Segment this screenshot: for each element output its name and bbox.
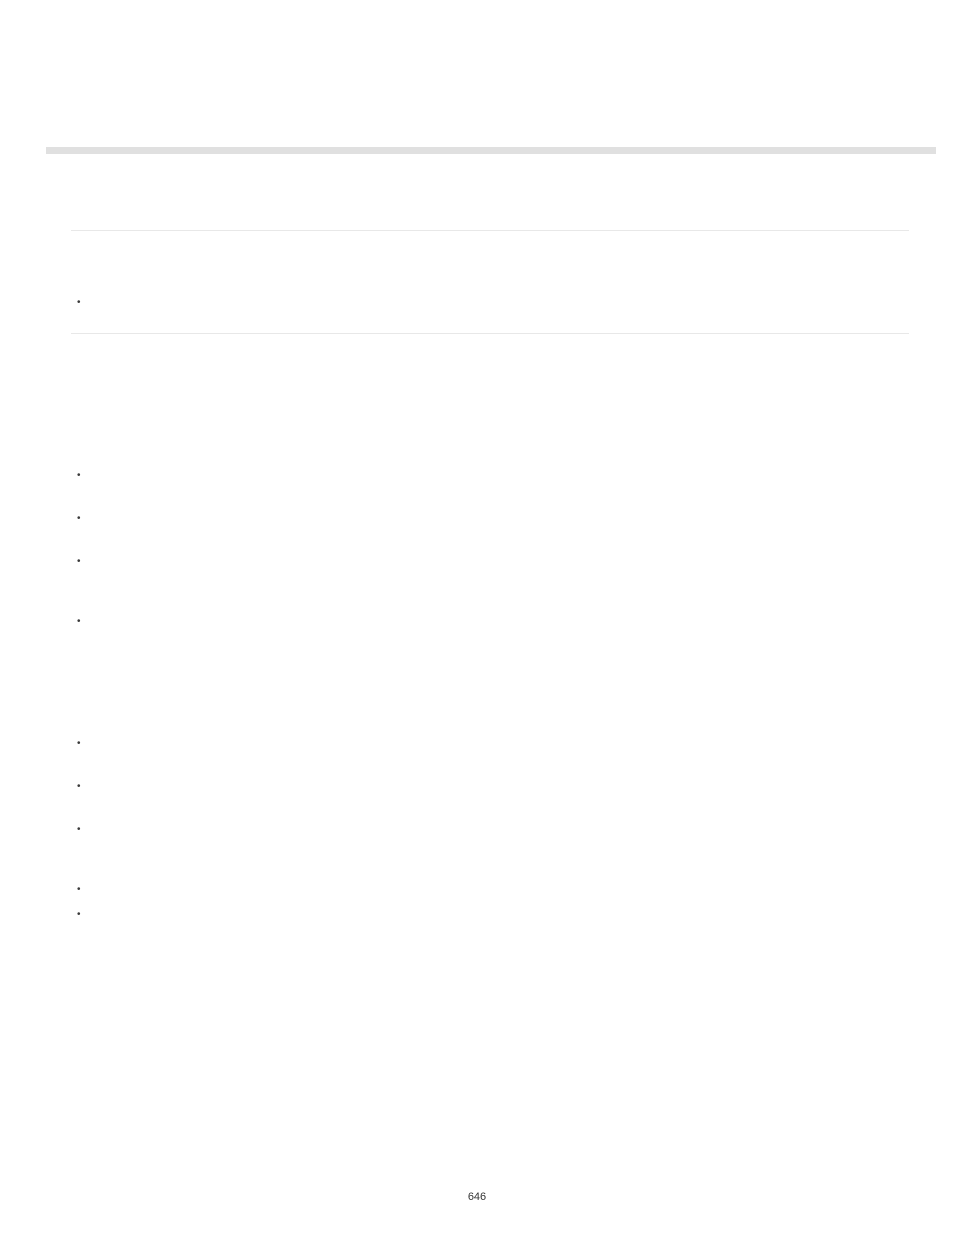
bullet-list-1: item (71, 296, 909, 316)
list-item: item (71, 615, 909, 635)
list-item: item (71, 555, 909, 575)
list-item: item (71, 737, 909, 757)
list-item: item (71, 883, 909, 903)
bullet-list-2: item item item item (71, 469, 909, 635)
list-item: item (71, 512, 909, 532)
list-item: item (71, 908, 909, 928)
list-item: item (71, 296, 909, 316)
list-item: item (71, 469, 909, 489)
bullet-list-3: item item item item item (71, 737, 909, 928)
page-content: item item item item item item item item … (71, 230, 909, 928)
top-divider (46, 147, 936, 154)
page-number: 646 (0, 1191, 954, 1203)
list-item: item (71, 823, 909, 843)
list-item: item (71, 780, 909, 800)
